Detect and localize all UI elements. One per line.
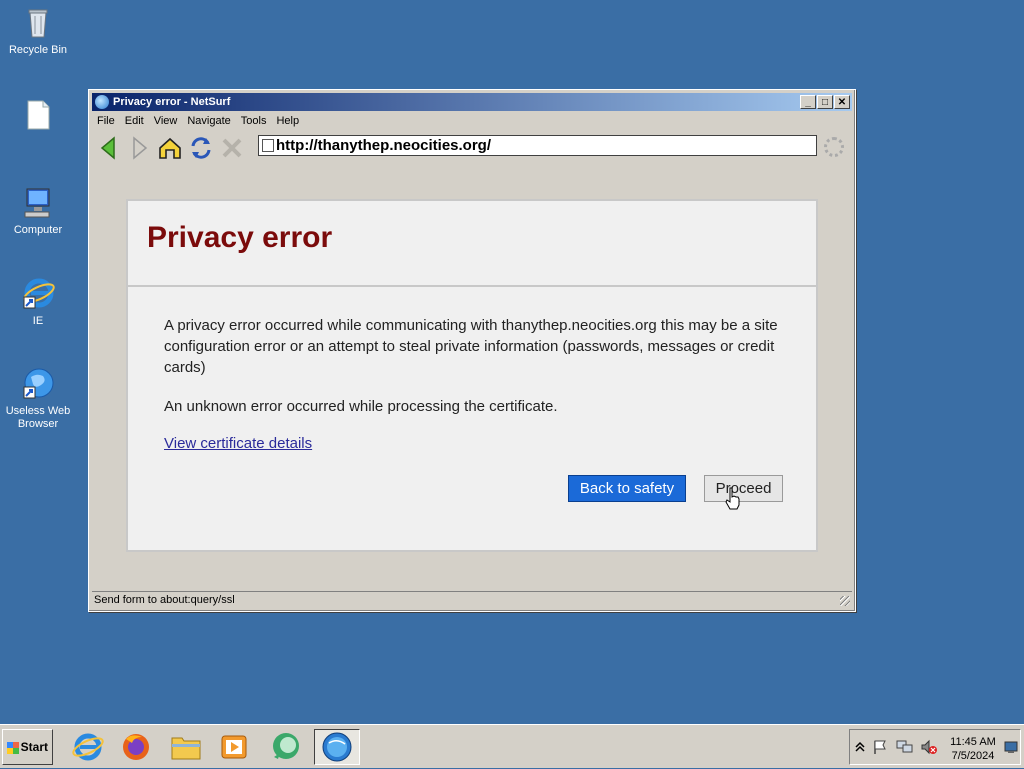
- show-hidden-icon[interactable]: [855, 741, 865, 753]
- desktop-icon-label: Recycle Bin: [8, 44, 68, 56]
- resize-grip-icon[interactable]: [840, 596, 850, 606]
- netsurf-icon: [322, 732, 352, 762]
- taskbar-ie[interactable]: [70, 729, 106, 765]
- clock[interactable]: 11:45 AM 7/5/2024: [946, 735, 1000, 763]
- hand-cursor-icon: [725, 487, 740, 510]
- close-button[interactable]: ✕: [834, 95, 850, 109]
- forward-button[interactable]: [126, 135, 152, 161]
- windows-flag-icon: [7, 742, 19, 754]
- taskbar-firefox[interactable]: [118, 729, 154, 765]
- firefox-icon: [123, 734, 149, 760]
- desktop-icon-recycle-bin[interactable]: Recycle Bin: [0, 6, 76, 57]
- minimize-button[interactable]: _: [800, 95, 816, 109]
- throbber-icon: [824, 137, 844, 157]
- netsurf-icon: [95, 95, 109, 109]
- internet-explorer-icon: [72, 733, 104, 761]
- window-title: Privacy error - NetSurf: [113, 96, 231, 108]
- computer-icon: [21, 186, 55, 220]
- clock-time: 11:45 AM: [950, 736, 996, 748]
- desktop-icon-document[interactable]: [0, 99, 76, 137]
- home-icon: [159, 137, 181, 159]
- desktop-icon-label: Useless Web Browser: [5, 405, 71, 430]
- stop-icon: [222, 138, 242, 158]
- volume-muted-icon[interactable]: [920, 739, 938, 755]
- back-button[interactable]: [96, 135, 122, 161]
- error-detail: An unknown error occurred while processi…: [164, 398, 558, 415]
- taskbar-netsurf[interactable]: [314, 729, 360, 765]
- back-to-safety-button[interactable]: Back to safety: [568, 475, 686, 502]
- green-chat-icon: [273, 733, 299, 759]
- privacy-error-page: Privacy error A privacy error occurred w…: [126, 199, 818, 552]
- media-player-icon: [221, 735, 247, 759]
- system-tray: 11:45 AM 7/5/2024: [849, 729, 1021, 765]
- start-label: Start: [20, 740, 48, 754]
- menu-navigate[interactable]: Navigate: [182, 115, 235, 127]
- reload-button[interactable]: [188, 135, 214, 161]
- globe-shortcut-icon: [21, 367, 55, 401]
- recycle-bin-icon: [21, 6, 55, 40]
- desktop-icon-useless-web-browser[interactable]: Useless Web Browser: [0, 367, 76, 431]
- reload-icon: [191, 137, 211, 159]
- error-message: A privacy error occurred while communica…: [164, 317, 778, 376]
- maximize-button[interactable]: □: [817, 95, 833, 109]
- status-text: Send form to about:query/ssl: [94, 594, 235, 606]
- taskbar-media-player[interactable]: [216, 729, 252, 765]
- netsurf-window[interactable]: Privacy error - NetSurf _ □ ✕ File Edit Vi…: [88, 89, 856, 612]
- taskbar: Start 11:45 AM 7/5/2024: [0, 724, 1024, 768]
- desktop-icon-label: Computer: [13, 224, 63, 236]
- clock-date: 7/5/2024: [951, 750, 995, 762]
- file-explorer-icon: [171, 737, 201, 760]
- menu-view[interactable]: View: [149, 115, 183, 127]
- menu-edit[interactable]: Edit: [120, 115, 149, 127]
- title-bar[interactable]: Privacy error - NetSurf _ □ ✕: [92, 93, 852, 111]
- desktop-icon-ie[interactable]: IE: [0, 277, 76, 328]
- menu-file[interactable]: File: [92, 115, 120, 127]
- start-button[interactable]: Start: [2, 729, 53, 765]
- page-favicon-icon: [262, 139, 274, 152]
- taskbar-file-explorer[interactable]: [168, 729, 204, 765]
- home-button[interactable]: [157, 135, 183, 161]
- show-desktop-icon[interactable]: [1004, 740, 1018, 754]
- forward-arrow-icon: [133, 136, 148, 160]
- proceed-button[interactable]: Proceed: [704, 475, 783, 502]
- menu-bar: File Edit View Navigate Tools Help: [92, 112, 304, 130]
- network-icon[interactable]: [896, 739, 914, 755]
- page-header: Privacy error: [128, 201, 816, 287]
- menu-help[interactable]: Help: [271, 115, 304, 127]
- browser-content: Privacy error A privacy error occurred w…: [92, 166, 852, 588]
- internet-explorer-icon: [21, 277, 55, 311]
- taskbar-chat[interactable]: [268, 729, 304, 765]
- menu-tools[interactable]: Tools: [236, 115, 272, 127]
- url-bar[interactable]: http://thanythep.neocities.org/: [258, 135, 817, 156]
- stop-button[interactable]: [219, 135, 245, 161]
- desktop-icon-computer[interactable]: Computer: [0, 186, 76, 237]
- url-text: http://thanythep.neocities.org/: [276, 137, 492, 154]
- flag-icon[interactable]: [872, 739, 888, 755]
- view-certificate-link[interactable]: View certificate details: [164, 435, 312, 452]
- toolbar: http://thanythep.neocities.org/: [92, 131, 852, 163]
- status-bar: Send form to about:query/ssl: [92, 591, 852, 608]
- blank-document-icon: [21, 99, 55, 133]
- desktop-icon-label: IE: [32, 315, 44, 327]
- back-arrow-icon: [100, 136, 115, 160]
- page-title: Privacy error: [147, 221, 333, 254]
